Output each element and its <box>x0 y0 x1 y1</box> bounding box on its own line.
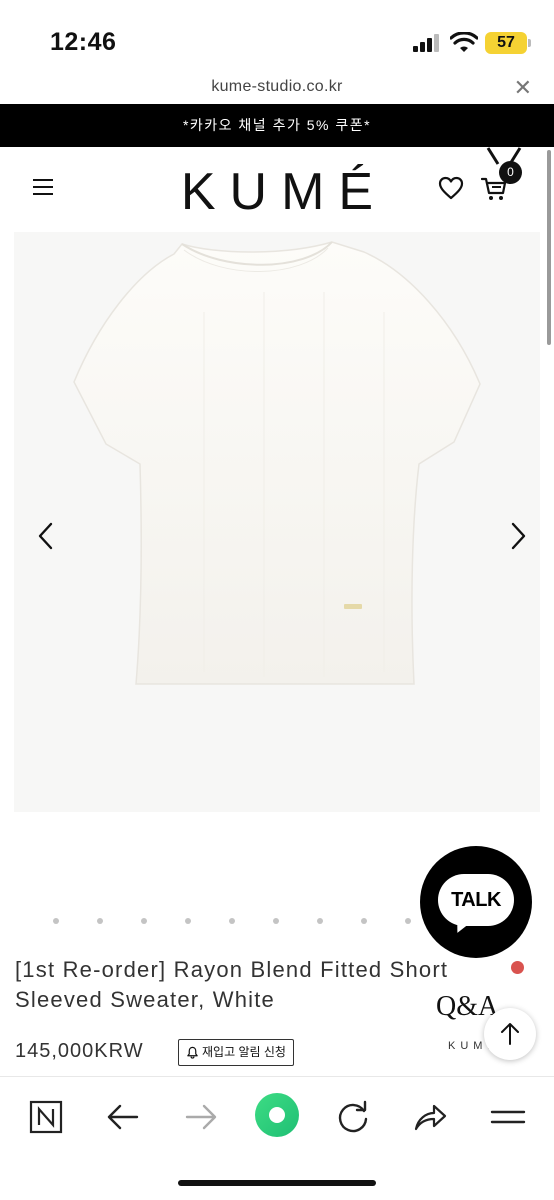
carousel-dot[interactable] <box>317 918 323 924</box>
carousel-dot[interactable] <box>97 918 103 924</box>
green-home-icon[interactable] <box>254 1092 300 1138</box>
battery-indicator: 57 <box>485 32 531 54</box>
forward-icon[interactable] <box>181 1097 221 1137</box>
arrow-up-icon <box>501 1023 519 1045</box>
status-bar: 12:46 57 <box>0 0 554 70</box>
product-image-carousel[interactable] <box>14 232 540 812</box>
product-image-white-tshirt <box>73 241 481 685</box>
cart-count-badge: 0 <box>499 161 522 184</box>
talk-label: TALK <box>438 874 514 926</box>
product-price: 145,000KRW <box>15 1040 144 1062</box>
carousel-dot[interactable] <box>361 918 367 924</box>
close-icon[interactable]: ✕ <box>514 75 532 101</box>
carousel-dot[interactable] <box>229 918 235 924</box>
carousel-dot[interactable] <box>405 918 411 924</box>
carousel-next-arrow-icon[interactable] <box>508 521 528 551</box>
reload-icon[interactable] <box>333 1097 373 1137</box>
share-icon[interactable] <box>410 1097 450 1137</box>
url-bar[interactable]: kume-studio.co.kr ✕ <box>0 70 554 104</box>
carousel-dot[interactable] <box>141 918 147 924</box>
restock-alert-button[interactable]: 재입고 알림 신청 <box>178 1039 294 1066</box>
back-icon[interactable] <box>103 1097 143 1137</box>
wifi-icon <box>450 32 478 52</box>
restock-label: 재입고 알림 신청 <box>202 1045 286 1059</box>
cellular-signal-icon <box>413 34 441 52</box>
notification-dot <box>511 961 524 974</box>
brand-logo[interactable]: KUMÉ <box>0 162 554 222</box>
naver-icon[interactable] <box>26 1097 66 1137</box>
carousel-dot[interactable] <box>273 918 279 924</box>
scroll-to-top-button[interactable] <box>484 1008 536 1060</box>
carousel-prev-arrow-icon[interactable] <box>36 521 56 551</box>
carousel-dot[interactable] <box>185 918 191 924</box>
home-indicator <box>178 1180 376 1186</box>
site-header: KUMÉ <box>0 148 554 230</box>
menu-icon[interactable] <box>488 1097 528 1137</box>
promo-banner[interactable]: *카카오 채널 추가 5% 쿠폰* <box>0 104 554 147</box>
carousel-dot[interactable] <box>53 918 59 924</box>
bell-icon <box>187 1046 198 1059</box>
url-text[interactable]: kume-studio.co.kr <box>0 78 554 96</box>
status-time: 12:46 <box>50 28 117 56</box>
wishlist-heart-icon[interactable] <box>438 176 464 200</box>
carousel-dots <box>40 914 420 930</box>
page-scrollbar[interactable] <box>547 150 551 345</box>
kakao-talk-button[interactable]: TALK <box>420 846 532 958</box>
